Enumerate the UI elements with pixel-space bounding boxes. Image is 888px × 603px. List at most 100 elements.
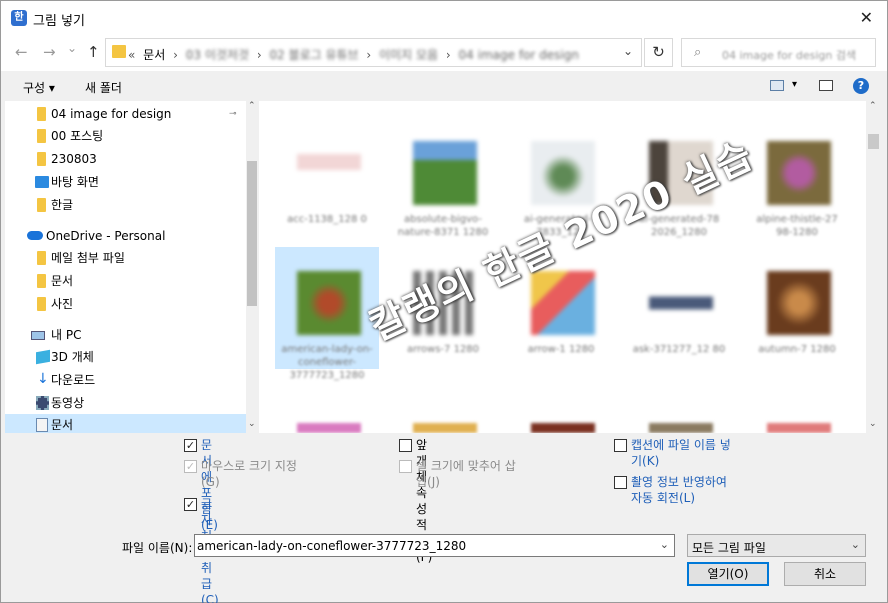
- file-thumbnail: [531, 271, 595, 335]
- tree-item-mail-attachments[interactable]: 메일 첨부 파일: [25, 247, 241, 269]
- chevron-right-icon[interactable]: ›: [173, 48, 178, 62]
- view-options-icon[interactable]: [770, 80, 784, 91]
- folder-icon: [37, 198, 46, 212]
- tree-item-videos[interactable]: 동영상: [25, 392, 241, 414]
- search-icon: ⌕: [694, 45, 702, 60]
- file-thumbnail: [649, 423, 713, 433]
- file-name: arrow-1 1280: [527, 344, 595, 355]
- file-thumbnail: [297, 423, 361, 433]
- tree-item-downloads[interactable]: ↓ 다운로드: [25, 369, 241, 391]
- folder-icon: [37, 274, 46, 288]
- address-bar[interactable]: « 문서 › 03 이것저것 › 02 블로그 유튜브 › 이미지 모음 › 0…: [105, 38, 642, 67]
- breadcrumb-item[interactable]: 02 블로그 유튜브: [269, 48, 358, 62]
- file-tile[interactable]: acc-1138_128 0: [275, 117, 379, 239]
- options-panel: ✓ 문서에 포함(E) ✓ 마우스로 크기 지정 (G) ✓ 글자처럼 취급(C…: [1, 433, 887, 603]
- file-type-select[interactable]: 모든 그림 파일 ⌄: [687, 534, 866, 557]
- tree-item-3d-objects[interactable]: 3D 개체: [25, 346, 241, 368]
- file-tile[interactable]: alpine-thistle-27 98-1280: [745, 117, 849, 239]
- breadcrumb-item[interactable]: 이미지 모음: [379, 48, 438, 62]
- file-thumbnail: [413, 423, 477, 433]
- chevron-right-icon[interactable]: ›: [366, 48, 371, 62]
- preview-pane-icon[interactable]: [819, 80, 833, 91]
- breadcrumb-overflow[interactable]: «: [128, 48, 135, 62]
- tree-scroll-thumb[interactable]: [247, 161, 257, 306]
- checkbox-checked[interactable]: ✓: [184, 498, 197, 511]
- help-icon[interactable]: ?: [853, 78, 869, 94]
- file-thumbnail: [531, 423, 595, 433]
- folder-icon: [37, 129, 46, 143]
- pin-icon[interactable]: ⊸: [229, 103, 237, 125]
- file-name: acc-1138_128 0: [287, 214, 367, 225]
- cube-icon: [36, 349, 50, 365]
- organize-button[interactable]: 구성 ▾: [23, 79, 55, 96]
- navigation-bar: ← → ⌄ ↑ « 문서 › 03 이것저것 › 02 블로그 유튜브 › 이미…: [1, 35, 887, 71]
- file-thumbnail: [297, 271, 361, 335]
- desktop-icon: [35, 176, 49, 188]
- close-icon[interactable]: ✕: [860, 8, 873, 27]
- breadcrumb-item[interactable]: 03 이것저것: [186, 48, 249, 62]
- tree-item-onedrive[interactable]: OneDrive - Personal: [9, 225, 241, 247]
- checkbox-unchecked[interactable]: [614, 476, 627, 489]
- recent-locations-icon[interactable]: ⌄: [67, 41, 77, 55]
- refresh-button[interactable]: ↻: [644, 38, 673, 67]
- tree-item-desktop[interactable]: 바탕 화면: [25, 171, 241, 193]
- file-tile[interactable]: autumn-7 1280: [745, 247, 849, 369]
- tree-item-this-pc[interactable]: 내 PC: [9, 324, 241, 346]
- download-icon: ↓: [37, 371, 49, 387]
- search-box[interactable]: ⌕ 04 image for design 검색: [681, 38, 876, 67]
- window-title: 그림 넣기: [33, 14, 85, 29]
- breadcrumb-item[interactable]: 04 image for design: [459, 48, 579, 62]
- chevron-down-icon[interactable]: ⌄: [869, 419, 877, 429]
- chevron-down-icon[interactable]: ⌄: [248, 419, 256, 429]
- checkbox-disabled: ✓: [184, 460, 197, 473]
- chevron-up-icon[interactable]: ⌃: [248, 101, 256, 111]
- tree-item-image-for-design[interactable]: 04 image for design ⊸: [25, 103, 241, 125]
- checkbox-checked[interactable]: ✓: [184, 439, 197, 452]
- chevron-down-icon[interactable]: ⌄: [623, 44, 633, 58]
- file-thumbnail: [413, 141, 477, 205]
- forward-arrow-icon[interactable]: →: [43, 43, 56, 61]
- file-name: alpine-thistle-27 98-1280: [756, 214, 838, 238]
- content-scroll-thumb[interactable]: [868, 134, 879, 149]
- file-name: arrows-7 1280: [406, 344, 480, 355]
- new-folder-button[interactable]: 새 폴더: [85, 79, 122, 96]
- insert-picture-dialog: 한 그림 넣기 ✕ ← → ⌄ ↑ « 문서 › 03 이것저것 › 02 블로…: [0, 0, 888, 603]
- back-arrow-icon[interactable]: ←: [15, 43, 28, 61]
- document-icon: [36, 418, 48, 432]
- filename-combobox[interactable]: ⌄: [194, 534, 675, 557]
- chevron-right-icon[interactable]: ›: [446, 48, 451, 62]
- tree-item-pictures[interactable]: 사진: [25, 293, 241, 315]
- file-name: ask-371277_12 80: [632, 344, 726, 355]
- file-thumbnail: [767, 141, 831, 205]
- file-thumbnail: [767, 423, 831, 433]
- tree-item-documents-onedrive[interactable]: 문서: [25, 270, 241, 292]
- pc-icon: [31, 331, 45, 340]
- checkbox-unchecked[interactable]: [614, 439, 627, 452]
- chevron-down-icon[interactable]: ⌄: [660, 538, 669, 551]
- content-scrollbar[interactable]: ⌃ ⌄: [866, 101, 881, 433]
- command-bar: 구성 ▾ 새 폴더 ▾ ?: [1, 71, 887, 101]
- filename-input[interactable]: [197, 537, 652, 555]
- file-tile[interactable]: absolute-bigvo-nature-8371 1280: [391, 117, 495, 239]
- cancel-button[interactable]: 취소: [784, 562, 866, 586]
- breadcrumb-item[interactable]: 문서: [143, 48, 165, 62]
- file-thumbnail: [649, 271, 713, 335]
- tree-item-posting[interactable]: 00 포스팅: [25, 125, 241, 147]
- filename-label: 파일 이름(N):: [122, 541, 193, 555]
- chevron-down-icon[interactable]: ⌄: [851, 538, 860, 551]
- view-dropdown-icon[interactable]: ▾: [792, 79, 797, 90]
- tree-item-documents[interactable]: 문서: [5, 414, 246, 433]
- file-type-value: 모든 그림 파일: [692, 541, 766, 555]
- folder-icon: [37, 107, 46, 121]
- chevron-up-icon[interactable]: ⌃: [869, 101, 877, 111]
- open-button[interactable]: 열기(O): [687, 562, 769, 586]
- up-arrow-icon[interactable]: ↑: [87, 43, 100, 61]
- tree-scrollbar[interactable]: ⌃ ⌄: [246, 101, 258, 433]
- file-tile[interactable]: ask-371277_12 80: [627, 247, 731, 369]
- checkbox-unchecked[interactable]: [399, 439, 412, 452]
- checkbox-disabled: [399, 460, 412, 473]
- tree-item-hangul[interactable]: 한글: [25, 194, 241, 216]
- tree-item-230803[interactable]: 230803: [25, 148, 241, 170]
- file-thumbnail: [767, 271, 831, 335]
- chevron-right-icon[interactable]: ›: [257, 48, 262, 62]
